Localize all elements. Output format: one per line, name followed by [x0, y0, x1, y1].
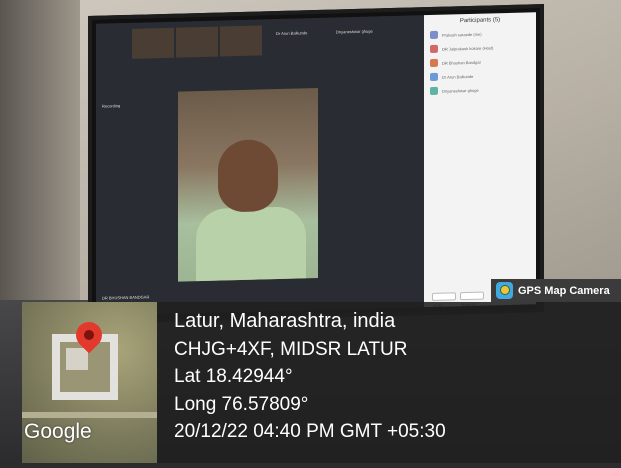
- tile-name: Dnyaneshwar ghuge: [336, 28, 373, 35]
- video-thumbnail: [176, 26, 218, 58]
- mute-all-button[interactable]: Mute All: [460, 291, 484, 307]
- map-thumbnail: Google: [22, 302, 157, 463]
- plus-code: CHJG+4XF, MIDSR LATUR: [174, 338, 408, 360]
- participant-item[interactable]: Dr Arun Balkunde: [430, 70, 530, 82]
- map-building: [66, 348, 88, 370]
- monitor: Dr Arun Balkunde Dnyaneshwar ghuge Recor…: [88, 4, 544, 324]
- video-thumbnail: [132, 27, 174, 59]
- invite-button[interactable]: Invite: [432, 292, 456, 308]
- video-call-screen: Dr Arun Balkunde Dnyaneshwar ghuge Recor…: [96, 12, 536, 316]
- avatar: [430, 86, 438, 96]
- gps-map-camera-app-icon: [496, 282, 513, 299]
- participant-item[interactable]: Prakash saraede (me): [430, 28, 530, 40]
- timestamp: 20/12/22 04:40 PM GMT +05:30: [174, 421, 446, 442]
- recording-label: Recording: [102, 103, 121, 109]
- location-overlay: Google Latur, Maharashtra, india CHJG+4X…: [22, 302, 621, 463]
- gps-map-camera-badge: GPS Map Camera: [491, 279, 621, 302]
- speaker-head: [218, 138, 278, 213]
- latitude: Lat 18.42944°: [174, 366, 293, 387]
- participant-item[interactable]: Dnyaneshwar ghuge: [430, 84, 530, 96]
- place-name: Latur, Maharashtra, india: [174, 310, 396, 332]
- google-logo: Google: [24, 420, 92, 443]
- video-thumbnail: [220, 25, 262, 57]
- speaker-shirt: [196, 206, 306, 282]
- avatar: [430, 72, 438, 82]
- participant-item[interactable]: DR Bhushan Bandgar: [430, 56, 530, 68]
- avatar: [430, 30, 438, 40]
- participant-item[interactable]: DR Jaiprakash kokare (Host): [430, 42, 530, 54]
- avatar: [430, 44, 438, 54]
- participants-title: Participants (5): [459, 17, 501, 25]
- avatar: [430, 58, 438, 68]
- participants-panel: Participants (5) Prakash saraede (me) DR…: [424, 12, 536, 308]
- tile-name: Dr Arun Balkunde: [276, 30, 308, 37]
- video-thumbnails: [132, 25, 262, 59]
- badge-label: GPS Map Camera: [518, 284, 610, 297]
- location-info: Latur, Maharashtra, india CHJG+4XF, MIDS…: [174, 308, 446, 446]
- speaker-label: DR BHUSHAN BANDGAR: [102, 294, 150, 301]
- longitude: Long 76.57809°: [174, 393, 309, 415]
- active-speaker-video: [178, 87, 318, 282]
- map-strip: [22, 412, 157, 418]
